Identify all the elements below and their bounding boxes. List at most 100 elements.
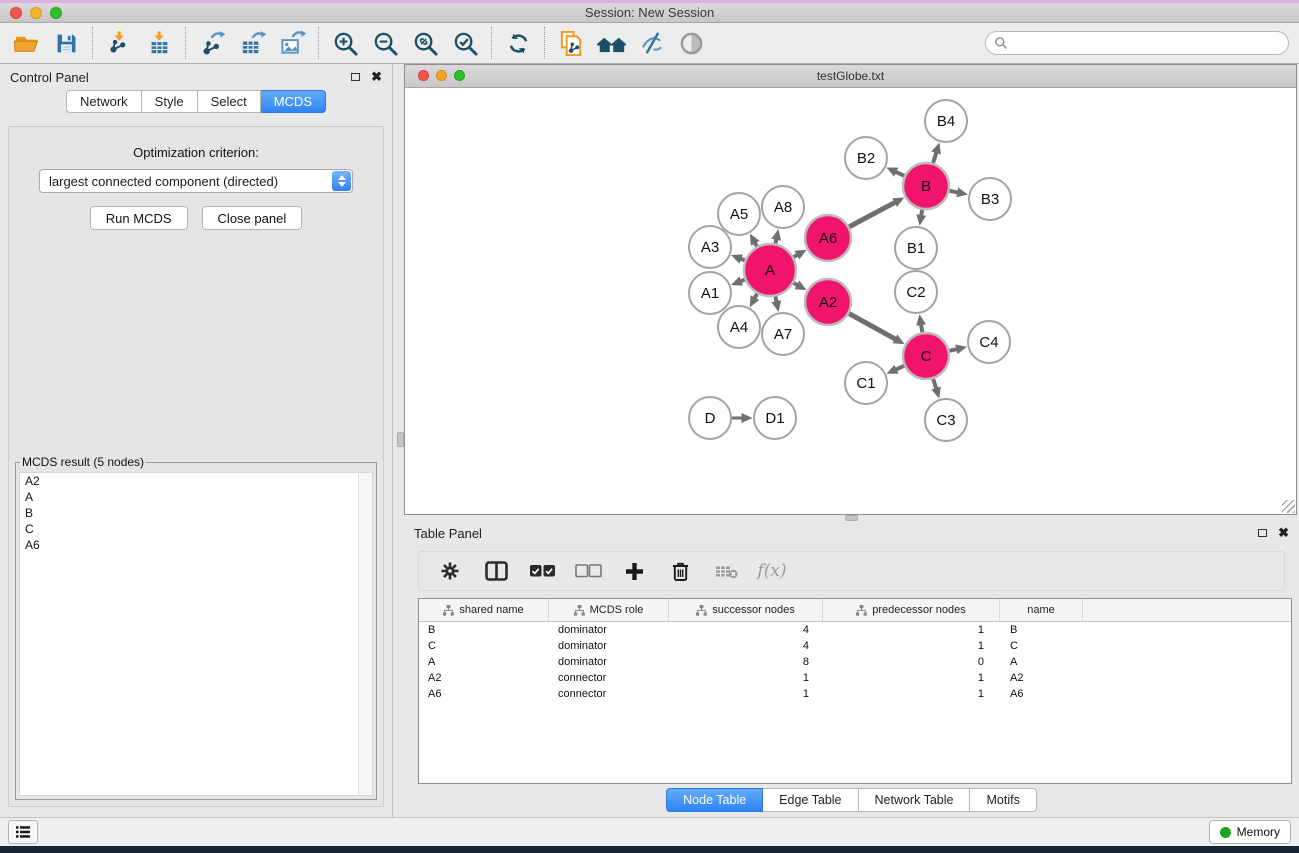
- cell-name[interactable]: A2: [1000, 672, 1083, 684]
- node-A3[interactable]: A3: [689, 226, 731, 268]
- edge-B-B2[interactable]: [896, 172, 904, 176]
- column-header-predecessor-nodes[interactable]: predecessor nodes: [823, 599, 1000, 621]
- edge-C-C1[interactable]: [896, 366, 904, 370]
- export-network-button[interactable]: [196, 27, 228, 59]
- result-list-item[interactable]: C: [20, 521, 372, 537]
- export-table-button[interactable]: [236, 27, 268, 59]
- node-B3[interactable]: B3: [969, 178, 1011, 220]
- tab-network-table[interactable]: Network Table: [859, 788, 971, 812]
- cell-shared-name[interactable]: A2: [419, 672, 549, 684]
- cell-predecessor-nodes[interactable]: 1: [823, 672, 1000, 684]
- result-list-item[interactable]: A: [20, 489, 372, 505]
- node-table[interactable]: shared nameMCDS rolesuccessor nodesprede…: [418, 598, 1292, 784]
- zoom-in-button[interactable]: [329, 27, 361, 59]
- cell-mcds-role[interactable]: dominator: [549, 624, 669, 636]
- add-row-button[interactable]: [611, 555, 657, 587]
- tab-node-table[interactable]: Node Table: [666, 788, 763, 812]
- node-A8[interactable]: A8: [762, 186, 804, 228]
- tab-style[interactable]: Style: [142, 90, 198, 113]
- node-D[interactable]: D: [689, 397, 731, 439]
- table-row[interactable]: Cdominator41C: [419, 638, 1291, 654]
- zoom-out-button[interactable]: [369, 27, 401, 59]
- search-field[interactable]: [985, 31, 1289, 55]
- import-table-button[interactable]: [143, 27, 175, 59]
- edge-A-A2[interactable]: [794, 283, 798, 285]
- edge-B-B1[interactable]: [921, 210, 922, 216]
- select-all-button[interactable]: [519, 555, 565, 587]
- home-button[interactable]: [595, 27, 627, 59]
- edge-C-C2[interactable]: [921, 325, 922, 333]
- node-A7[interactable]: A7: [762, 313, 804, 355]
- copy-network-button[interactable]: [555, 27, 587, 59]
- result-list-item[interactable]: A2: [20, 473, 372, 489]
- float-panel-icon[interactable]: [1258, 529, 1267, 537]
- zoom-selected-button[interactable]: [449, 27, 481, 59]
- network-zoom-button[interactable]: [454, 70, 465, 81]
- cell-mcds-role[interactable]: dominator: [549, 640, 669, 652]
- table-row[interactable]: A6connector11A6: [419, 686, 1291, 702]
- node-C[interactable]: C: [903, 333, 949, 379]
- network-vertical-scrollbar[interactable]: [397, 432, 404, 447]
- cell-name[interactable]: A6: [1000, 688, 1083, 700]
- cell-predecessor-nodes[interactable]: 1: [823, 640, 1000, 652]
- open-file-button[interactable]: [10, 27, 42, 59]
- edge-B-B3[interactable]: [950, 191, 958, 193]
- node-C4[interactable]: C4: [968, 321, 1010, 363]
- cell-name[interactable]: A: [1000, 656, 1083, 668]
- cell-successor-nodes[interactable]: 8: [669, 656, 823, 668]
- cell-predecessor-nodes[interactable]: 1: [823, 688, 1000, 700]
- edge-A-A4[interactable]: [755, 294, 757, 298]
- cell-predecessor-nodes[interactable]: 0: [823, 656, 1000, 668]
- node-A1[interactable]: A1: [689, 272, 731, 314]
- table-row[interactable]: A2connector11A2: [419, 670, 1291, 686]
- node-C1[interactable]: C1: [845, 362, 887, 404]
- run-mcds-button[interactable]: Run MCDS: [90, 206, 188, 230]
- close-panel-icon[interactable]: ✖: [1278, 528, 1289, 538]
- mcds-result-list[interactable]: A2ABCA6: [19, 472, 373, 796]
- refresh-view-button[interactable]: [502, 27, 534, 59]
- edge-A-A6[interactable]: [794, 255, 798, 257]
- network-minimize-button[interactable]: [436, 70, 447, 81]
- destroy-table-button[interactable]: [703, 555, 749, 587]
- node-D1[interactable]: D1: [754, 397, 796, 439]
- column-header-name[interactable]: name: [1000, 599, 1083, 621]
- edge-C-C4[interactable]: [949, 349, 956, 351]
- edge-A-A1[interactable]: [741, 280, 745, 282]
- cell-mcds-role[interactable]: connector: [549, 672, 669, 684]
- node-B2[interactable]: B2: [845, 137, 887, 179]
- node-C2[interactable]: C2: [895, 271, 937, 313]
- tab-edge-table[interactable]: Edge Table: [763, 788, 858, 812]
- cell-mcds-role[interactable]: connector: [549, 688, 669, 700]
- search-input[interactable]: [1013, 35, 1280, 51]
- cell-successor-nodes[interactable]: 4: [669, 624, 823, 636]
- edge-A6-B[interactable]: [849, 202, 895, 226]
- zoom-fit-button[interactable]: [409, 27, 441, 59]
- tab-network[interactable]: Network: [66, 90, 142, 113]
- result-list-item[interactable]: B: [20, 505, 372, 521]
- cell-shared-name[interactable]: A: [419, 656, 549, 668]
- network-canvas[interactable]: AA6A2BCA1A3A4A5A7A8B1B2B3B4C1C2C3C4DD1: [405, 88, 1296, 514]
- memory-button[interactable]: Memory: [1209, 820, 1291, 844]
- node-A4[interactable]: A4: [718, 306, 760, 348]
- column-header-successor-nodes[interactable]: successor nodes: [669, 599, 823, 621]
- cell-mcds-role[interactable]: dominator: [549, 656, 669, 668]
- table-settings-button[interactable]: [427, 555, 473, 587]
- edge-A-A7[interactable]: [775, 296, 776, 301]
- column-header-shared-name[interactable]: shared name: [419, 599, 549, 621]
- cell-shared-name[interactable]: B: [419, 624, 549, 636]
- node-A6[interactable]: A6: [805, 215, 851, 261]
- delete-row-button[interactable]: [657, 555, 703, 587]
- cell-shared-name[interactable]: C: [419, 640, 549, 652]
- cell-shared-name[interactable]: A6: [419, 688, 549, 700]
- show-columns-button[interactable]: [473, 555, 519, 587]
- hide-graphics-details-button[interactable]: [635, 27, 667, 59]
- table-row[interactable]: Adominator80A: [419, 654, 1291, 670]
- import-network-button[interactable]: [103, 27, 135, 59]
- window-resize-grip[interactable]: [1282, 500, 1295, 513]
- node-C3[interactable]: C3: [925, 399, 967, 441]
- node-A[interactable]: A: [744, 244, 796, 296]
- optimization-criterion-select[interactable]: largest connected component (directed): [39, 169, 353, 193]
- result-list-scrollbar[interactable]: [358, 473, 372, 795]
- float-panel-icon[interactable]: [351, 73, 360, 81]
- node-A5[interactable]: A5: [718, 193, 760, 235]
